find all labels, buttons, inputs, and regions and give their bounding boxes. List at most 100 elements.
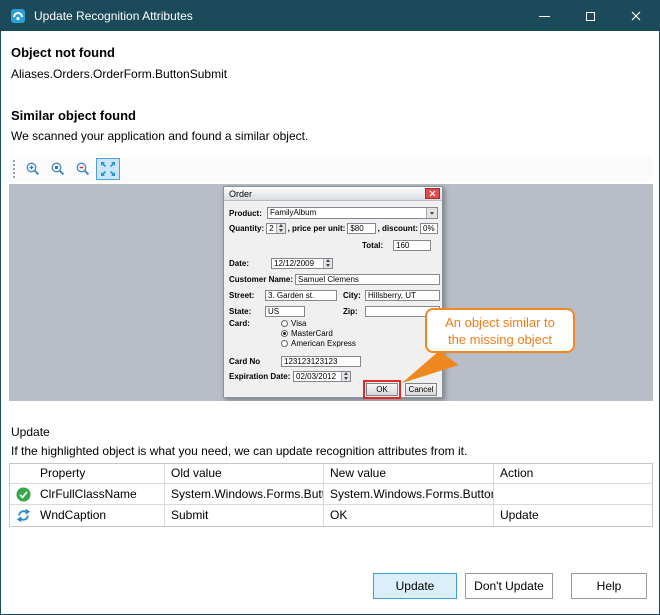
callout-line2: the missing object bbox=[448, 331, 552, 348]
table-cell-old-value[interactable]: Submit bbox=[165, 505, 324, 526]
property-name: WndCaption bbox=[40, 508, 106, 522]
preview-toolbar bbox=[9, 156, 653, 182]
update-heading: Update bbox=[11, 425, 50, 439]
close-button[interactable] bbox=[613, 1, 659, 31]
col-header-action[interactable]: Action bbox=[494, 464, 652, 484]
attributes-table: Property Old value New value Action ClrF… bbox=[9, 463, 653, 527]
fit-to-screen-icon bbox=[100, 161, 116, 177]
city-field[interactable]: Hillsberry, UT bbox=[365, 290, 440, 301]
city-value: Hillsberry, UT bbox=[368, 291, 416, 300]
customer-name-label: Customer Name: bbox=[229, 275, 293, 284]
similar-object-heading: Similar object found bbox=[11, 108, 136, 123]
table-cell-action[interactable] bbox=[494, 484, 652, 505]
product-value: FamilyAlbum bbox=[268, 208, 426, 218]
maximize-button[interactable] bbox=[567, 1, 613, 31]
table-cell-action[interactable]: Update bbox=[494, 505, 652, 526]
radio-icon bbox=[281, 320, 288, 327]
table-row-property[interactable]: WndCaption bbox=[10, 505, 165, 526]
price-field[interactable]: $80 bbox=[347, 223, 375, 234]
zoom-in-icon bbox=[25, 161, 41, 177]
radio-icon bbox=[281, 340, 288, 347]
help-button[interactable]: Help bbox=[571, 573, 647, 599]
order-close-icon bbox=[429, 190, 436, 197]
radio-mastercard-label: MasterCard bbox=[291, 329, 333, 338]
minimize-button[interactable] bbox=[521, 1, 567, 31]
date-spin-icons[interactable] bbox=[323, 259, 332, 268]
app-icon bbox=[10, 8, 26, 24]
col-header-property[interactable]: Property bbox=[10, 464, 165, 484]
expiration-spin-icons[interactable] bbox=[341, 372, 350, 381]
ok-button-label: OK bbox=[376, 385, 388, 394]
state-value: US bbox=[268, 307, 279, 316]
date-value: 12/12/2009 bbox=[272, 259, 323, 268]
street-row: Street: 3. Garden st. City: Hillsberry, … bbox=[229, 289, 438, 301]
toolbar-grip[interactable] bbox=[13, 160, 16, 178]
caption-buttons bbox=[521, 1, 659, 31]
quantity-stepper[interactable]: 2 bbox=[266, 223, 285, 234]
street-field[interactable]: 3. Garden st. bbox=[265, 290, 337, 301]
col-header-old-value[interactable]: Old value bbox=[165, 464, 324, 484]
date-field[interactable]: 12/12/2009 bbox=[271, 258, 333, 269]
date-label: Date: bbox=[229, 259, 249, 268]
combo-arrow-icon bbox=[426, 208, 437, 218]
state-field[interactable]: US bbox=[265, 306, 305, 317]
customer-name-value: Samuel Clemens bbox=[298, 275, 359, 284]
similar-object-description: We scanned your application and found a … bbox=[11, 129, 308, 143]
radio-american-express[interactable]: American Express bbox=[281, 338, 356, 348]
help-button-label: Help bbox=[597, 579, 622, 593]
update-description: If the highlighted object is what you ne… bbox=[11, 444, 467, 458]
similar-object-callout: An object similar to the missing object bbox=[425, 308, 575, 353]
zoom-out-button[interactable] bbox=[71, 158, 95, 180]
total-field[interactable]: 160 bbox=[393, 240, 431, 251]
radio-mastercard[interactable]: MasterCard bbox=[281, 328, 333, 338]
radio-visa-label: Visa bbox=[291, 319, 306, 328]
radio-american-express-label: American Express bbox=[291, 339, 356, 348]
expiration-date-value: 02/03/2012 bbox=[294, 372, 341, 381]
zoom-out-icon bbox=[75, 161, 91, 177]
zip-label: Zip: bbox=[343, 307, 358, 316]
expiration-date-field[interactable]: 02/03/2012 bbox=[293, 371, 351, 382]
update-button[interactable]: Update bbox=[373, 573, 457, 599]
price-label: , price per unit: bbox=[288, 224, 346, 233]
total-row: Total: 160 bbox=[229, 239, 438, 251]
col-header-new-value[interactable]: New value bbox=[324, 464, 494, 484]
discount-field[interactable]: 0% bbox=[420, 223, 438, 234]
callout-arrow bbox=[397, 347, 467, 387]
table-cell-new-value[interactable]: System.Windows.Forms.Button bbox=[324, 484, 494, 505]
price-value: $80 bbox=[350, 224, 363, 233]
card-label: Card: bbox=[229, 319, 250, 328]
order-form-title: Order bbox=[229, 189, 252, 199]
object-not-found-heading: Object not found bbox=[11, 45, 115, 60]
product-label: Product: bbox=[229, 209, 262, 218]
zoom-in-button[interactable] bbox=[21, 158, 45, 180]
quantity-spin-icons[interactable] bbox=[276, 224, 285, 233]
order-form-close-button[interactable] bbox=[425, 188, 440, 199]
title-bar[interactable]: Update Recognition Attributes bbox=[1, 1, 659, 31]
ok-button-highlighted[interactable]: OK bbox=[366, 383, 398, 396]
customer-row: Customer Name: Samuel Clemens bbox=[229, 273, 438, 285]
dialog-content: Object not found Aliases.Orders.OrderFor… bbox=[1, 31, 659, 615]
order-form-titlebar: Order bbox=[224, 187, 442, 201]
customer-name-field[interactable]: Samuel Clemens bbox=[295, 274, 440, 285]
update-recognition-attributes-dialog: Update Recognition Attributes Object not… bbox=[0, 0, 660, 615]
table-row-property[interactable]: ClrFullClassName bbox=[10, 484, 165, 505]
date-row: Date: 12/12/2009 bbox=[229, 257, 438, 269]
street-label: Street: bbox=[229, 291, 254, 300]
quantity-label: Quantity: bbox=[229, 224, 264, 233]
card-group: Card: Visa MasterCard American Express bbox=[229, 318, 438, 350]
table-cell-old-value[interactable]: System.Windows.Forms.Button bbox=[165, 484, 324, 505]
card-no-field[interactable]: 123123123123 bbox=[281, 356, 361, 367]
fit-to-screen-button[interactable] bbox=[96, 158, 120, 180]
state-label: State: bbox=[229, 307, 251, 316]
missing-object-path: Aliases.Orders.OrderForm.ButtonSubmit bbox=[11, 67, 227, 81]
dont-update-button[interactable]: Don't Update bbox=[465, 573, 553, 599]
check-icon bbox=[16, 487, 31, 502]
product-combobox[interactable]: FamilyAlbum bbox=[267, 207, 438, 219]
property-name: ClrFullClassName bbox=[40, 487, 137, 501]
zoom-selection-icon bbox=[50, 161, 66, 177]
callout-line1: An object similar to bbox=[445, 314, 555, 331]
close-icon bbox=[630, 10, 642, 22]
table-cell-new-value[interactable]: OK bbox=[324, 505, 494, 526]
radio-visa[interactable]: Visa bbox=[281, 318, 306, 328]
zoom-selection-button[interactable] bbox=[46, 158, 70, 180]
